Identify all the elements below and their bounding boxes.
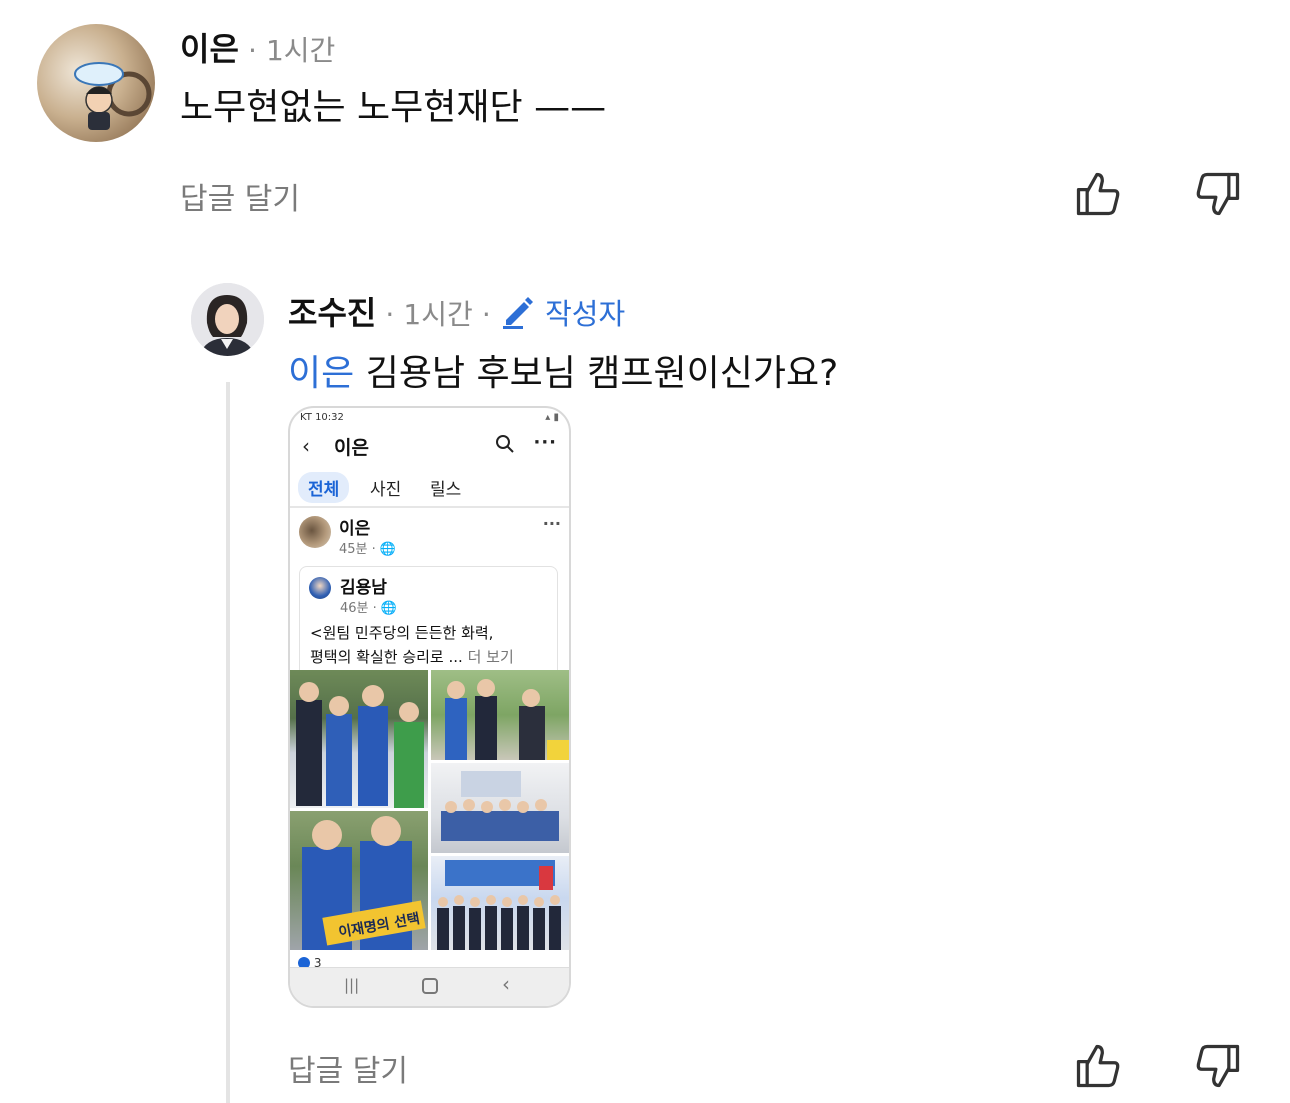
- phone-shared-time: 46분 · 🌐: [340, 601, 398, 616]
- comment-time[interactable]: 1시간: [266, 34, 335, 67]
- meta-separator: ·: [481, 298, 491, 331]
- meta-separator: ·: [247, 34, 257, 67]
- phone-photo-grid: 이재명의 선택: [290, 670, 569, 950]
- back-arrow-icon: ‹: [302, 434, 310, 458]
- campaign-photo-5: [431, 856, 569, 950]
- phone-post-author: 이은: [339, 519, 371, 539]
- phone-tabs: 전체 사진 릴스: [290, 466, 569, 508]
- phone-status-icons: ▴ ▮: [545, 412, 559, 423]
- pencil-icon: [502, 297, 533, 329]
- profile-photo-icon: [191, 283, 264, 356]
- phone-page-title: 이은: [334, 437, 369, 459]
- campaign-photo-2: [431, 670, 569, 760]
- phone-shared-line1: <원팀 민주당의 든든한 화력,: [310, 624, 494, 642]
- phone-tab-all: 전체: [298, 472, 350, 503]
- phone-post-avatar: [299, 516, 331, 548]
- thumbs-up-icon: [1076, 172, 1120, 216]
- comment-header: 이은 · 1시간: [180, 24, 335, 70]
- keychain-figure-icon: [74, 62, 152, 130]
- phone-shared-post: 김용남 46분 · 🌐 <원팀 민주당의 든든한 화력, 평택의 확실한 승리로…: [299, 566, 558, 675]
- author-badge: 작성자: [500, 297, 625, 331]
- commenter-avatar[interactable]: [37, 24, 155, 142]
- phone-shared-text: <원팀 민주당의 든든한 화력, 평택의 확실한 승리로 ... 더 보기: [310, 621, 514, 669]
- campaign-photo-3: [431, 763, 569, 853]
- reply-header: 조수진 · 1시간 · 작성자: [288, 288, 625, 334]
- reply-button[interactable]: 답글 달기: [180, 174, 300, 218]
- phone-shared-avatar: [309, 577, 331, 599]
- dislike-button[interactable]: [1192, 1040, 1244, 1096]
- reply-time[interactable]: 1시간: [403, 298, 472, 331]
- home-icon: [422, 978, 438, 994]
- attached-screenshot[interactable]: KT 10:32 ▴ ▮ ‹ 이은 ··· 전체 사진 릴스 이은 45분 · …: [288, 406, 571, 1008]
- comment-author[interactable]: 이은: [180, 30, 239, 68]
- phone-see-more: 더 보기: [462, 648, 514, 666]
- phone-post-more-icon: ···: [542, 514, 561, 533]
- thumbs-down-icon: [1196, 172, 1240, 216]
- reply-button[interactable]: 답글 달기: [288, 1046, 408, 1090]
- reply-author[interactable]: 조수진: [288, 294, 376, 332]
- like-button[interactable]: [1072, 1040, 1124, 1096]
- reply-text: 이은 김용남 후보님 캠프원이신가요?: [288, 344, 838, 396]
- phone-status-time: KT 10:32: [300, 412, 344, 423]
- comment-text: 노무현없는 노무현재단 ——: [180, 87, 607, 128]
- thread-connector-line: [226, 382, 230, 1103]
- thumbs-up-icon: [1076, 1044, 1120, 1088]
- thumbs-down-icon: [1196, 1044, 1240, 1088]
- phone-nav-bar: ||| ‹: [290, 967, 569, 1006]
- more-options-icon: ···: [533, 432, 557, 453]
- campaign-photo-4: 이재명의 선택: [290, 811, 428, 950]
- search-icon: [496, 435, 514, 453]
- phone-shared-author: 김용남: [340, 578, 387, 598]
- reply-author-avatar[interactable]: [191, 283, 264, 356]
- author-badge-label: 작성자: [545, 297, 626, 331]
- reply-text-body: 김용남 후보님 캠프원이신가요?: [354, 353, 839, 394]
- like-button[interactable]: [1072, 168, 1124, 224]
- phone-post-time: 45분 · 🌐: [339, 542, 397, 557]
- meta-separator: ·: [385, 298, 395, 331]
- phone-tab-reels: 릴스: [430, 480, 462, 500]
- dislike-button[interactable]: [1192, 168, 1244, 224]
- phone-tab-photos: 사진: [370, 480, 402, 500]
- phone-shared-line2: 평택의 확실한 승리로 ... 더 보기: [310, 648, 514, 666]
- recent-apps-icon: |||: [344, 976, 360, 994]
- nav-back-icon: ‹: [502, 972, 510, 996]
- campaign-photo-1: [290, 670, 428, 808]
- mention-link[interactable]: 이은: [288, 353, 354, 394]
